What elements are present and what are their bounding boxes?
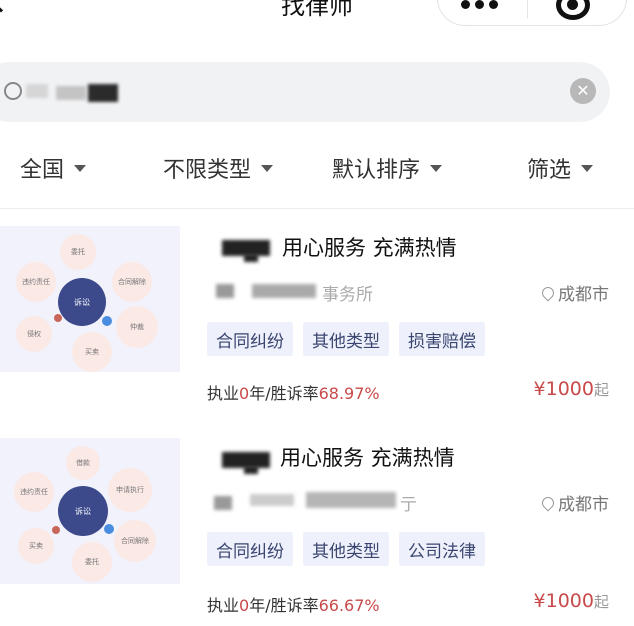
firm-name-redacted	[216, 284, 234, 298]
price-suffix: 起	[593, 381, 609, 399]
thumb-node: 违约责任	[14, 472, 54, 512]
filter-divider	[0, 208, 634, 209]
lawyer-stats: 执业0年/胜诉率66.67%	[207, 592, 380, 616]
filter-sort-label: 默认排序	[332, 158, 421, 183]
thumb-node: 合同解除	[114, 520, 156, 562]
practice-tag: 合同纠纷	[207, 322, 293, 356]
filter-type[interactable]: 不限类型	[163, 150, 274, 186]
firm-name-redacted	[306, 492, 396, 508]
thumb-node: 违约责任	[16, 262, 56, 302]
filter-more-label: 筛选	[527, 158, 572, 183]
thumb-dot	[102, 316, 112, 326]
thumb-node: 侵权	[16, 316, 52, 352]
firm-name-redacted	[252, 284, 316, 298]
thumb-core: 诉讼	[58, 486, 108, 536]
thumb-node: 借款	[66, 446, 100, 480]
win-rate-label: 年/胜诉率	[249, 384, 319, 403]
capsule-divider	[527, 0, 528, 18]
thumb-dot	[54, 314, 62, 322]
thumb-node: 申请执行	[108, 468, 152, 512]
win-rate: 66.67%	[318, 596, 380, 615]
thumb-dot	[52, 526, 60, 534]
win-rate: 68.97%	[318, 384, 380, 403]
tag-list: 合同纠纷 其他类型 损害赔偿	[207, 322, 485, 356]
thumb-dot	[104, 524, 114, 534]
lawyer-card[interactable]: 委托 合同解除 违约责任 仲裁 侵权 买卖 诉讼 用心服务 充满热情 事务所 成…	[0, 218, 634, 428]
lawyer-stats: 执业0年/胜诉率68.97%	[207, 380, 380, 404]
price-suffix: 起	[593, 593, 609, 611]
practice-tag: 其他类型	[303, 532, 389, 566]
thumb-node: 买卖	[18, 528, 54, 564]
practice-tag: 合同纠纷	[207, 532, 293, 566]
practice-prefix: 执业	[207, 384, 240, 403]
lawyer-headline: 用心服务 充满热情	[282, 236, 457, 260]
location-pin-icon	[539, 494, 557, 511]
lawyer-name-redacted	[244, 466, 258, 474]
thumb-node: 委托	[72, 542, 112, 582]
price-value: ¥1000	[533, 590, 594, 612]
practice-tag: 损害赔偿	[399, 322, 485, 356]
more-dots-icon[interactable]	[461, 0, 505, 10]
lawyer-card[interactable]: 借款 申请执行 违约责任 合同解除 买卖 委托 诉讼 用心服务 充满热情 亍 成…	[0, 428, 634, 626]
thumb-node: 仲裁	[116, 306, 158, 348]
filter-sort[interactable]: 默认排序	[332, 150, 443, 186]
filter-region[interactable]: 全国	[20, 150, 87, 186]
lawyer-location: 成都市	[539, 490, 609, 515]
law-firm: 事务所	[322, 285, 373, 305]
practice-tag: 公司法律	[399, 532, 485, 566]
thumb-node: 买卖	[72, 332, 112, 372]
price: ¥1000起	[534, 590, 609, 612]
practice-tag: 其他类型	[303, 322, 389, 356]
search-redacted-text	[88, 84, 118, 102]
filter-more[interactable]: 筛选	[527, 150, 594, 186]
practice-years: 0	[239, 384, 250, 403]
thumb-node: 委托	[60, 234, 96, 270]
location-pin-icon	[539, 284, 557, 301]
firm-name-redacted	[250, 494, 294, 506]
thumb-core: 诉讼	[58, 278, 106, 326]
law-firm: 亍	[400, 495, 417, 515]
lawyer-thumbnail: 委托 合同解除 违约责任 仲裁 侵权 买卖 诉讼	[0, 226, 180, 372]
filter-region-label: 全国	[20, 158, 65, 183]
firm-name-redacted	[214, 496, 232, 510]
thumb-node: 合同解除	[112, 262, 152, 302]
search-redacted-text	[56, 86, 86, 100]
caret-down-icon	[581, 164, 594, 172]
caret-down-icon	[74, 164, 87, 172]
search-redacted-text	[26, 84, 48, 98]
clear-icon[interactable]: ✕	[570, 78, 596, 104]
practice-prefix: 执业	[207, 596, 240, 615]
location-label: 成都市	[558, 495, 609, 515]
price: ¥1000起	[534, 378, 609, 400]
location-label: 成都市	[558, 285, 609, 305]
lawyer-location: 成都市	[539, 280, 609, 305]
filter-type-label: 不限类型	[163, 158, 252, 183]
win-rate-label: 年/胜诉率	[249, 596, 319, 615]
lawyer-thumbnail: 借款 申请执行 违约责任 合同解除 买卖 委托 诉讼	[0, 438, 180, 584]
tag-list: 合同纠纷 其他类型 公司法律	[207, 532, 485, 566]
caret-down-icon	[261, 164, 274, 172]
lawyer-name-redacted	[244, 254, 258, 262]
price-value: ¥1000	[533, 378, 594, 400]
search-icon	[4, 82, 22, 100]
caret-down-icon	[430, 164, 443, 172]
practice-years: 0	[239, 596, 250, 615]
top-bar: 找律师	[0, 0, 634, 40]
lawyer-headline: 用心服务 充满热情	[280, 446, 455, 470]
